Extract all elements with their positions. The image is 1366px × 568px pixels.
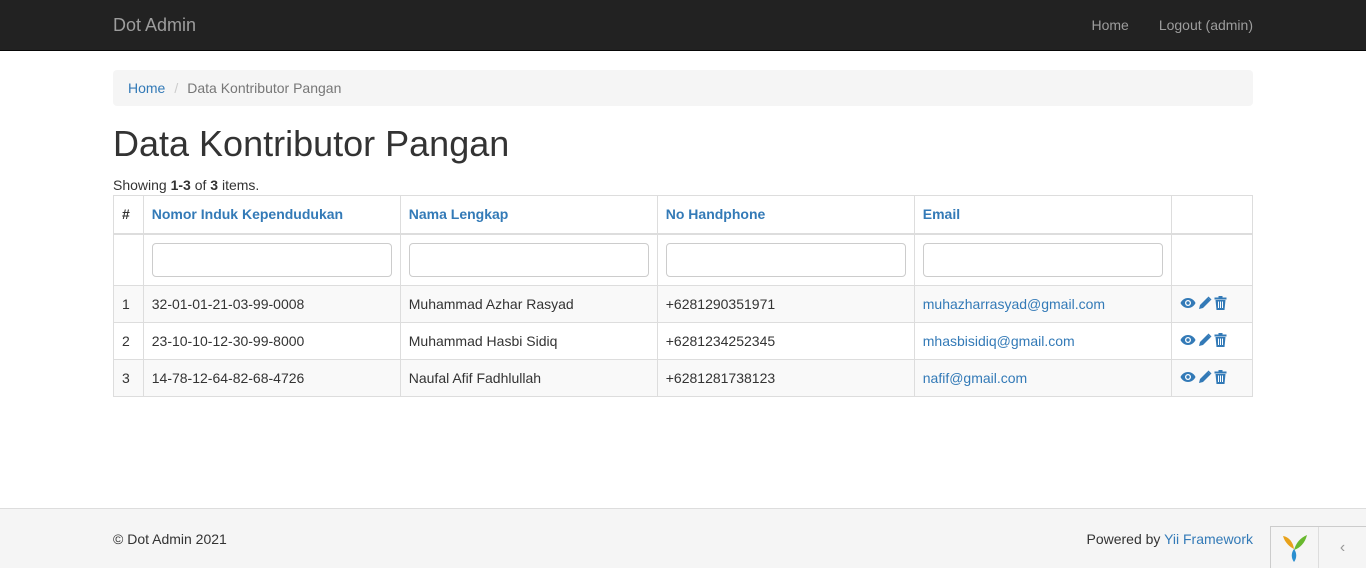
table-row: 1 32-01-01-21-03-99-0008 Muhammad Azhar Ra… <box>113 285 1254 323</box>
breadcrumb-separator: / <box>174 80 179 96</box>
cell-email: nafif@gmail.com <box>913 359 1172 397</box>
filter-row <box>113 233 1254 286</box>
sort-phone-link[interactable]: No Handphone <box>666 206 766 222</box>
sort-name-link[interactable]: Nama Lengkap <box>409 206 509 222</box>
contributor-table: # Nomor Induk Kependudukan Nama Lengkap … <box>113 195 1254 397</box>
eye-icon[interactable] <box>1180 370 1196 386</box>
powered-by-prefix: Powered by <box>1086 531 1165 547</box>
summary-prefix: Showing <box>113 177 171 193</box>
nav-home-link[interactable]: Home <box>1091 15 1128 35</box>
cell-phone: +6281290351971 <box>656 285 915 323</box>
yii-logo-icon[interactable] <box>1271 527 1319 568</box>
summary-middle: of <box>190 177 211 193</box>
trash-icon[interactable] <box>1214 369 1227 387</box>
brand-link[interactable]: Dot Admin <box>113 15 196 35</box>
email-link[interactable]: mhasbisidiq@gmail.com <box>923 333 1075 349</box>
column-header-name: Nama Lengkap <box>399 195 658 235</box>
eye-icon[interactable] <box>1180 333 1196 349</box>
toolbar-toggle-button[interactable]: ‹ <box>1319 527 1366 568</box>
column-header-nik: Nomor Induk Kependudukan <box>142 195 401 235</box>
column-header-actions <box>1170 195 1254 235</box>
filter-email-input[interactable] <box>922 242 1163 277</box>
filter-cell-empty <box>113 233 144 286</box>
eye-icon[interactable] <box>1180 296 1196 312</box>
filter-cell <box>656 233 915 286</box>
cell-nik: 23-10-10-12-30-99-8000 <box>142 322 401 360</box>
table-row: 2 23-10-10-12-30-99-8000 Muhammad Hasbi Si… <box>113 322 1254 360</box>
breadcrumb-home-link[interactable]: Home <box>128 80 165 96</box>
cell-nik: 14-78-12-64-82-68-4726 <box>142 359 401 397</box>
navbar: Dot Admin Home Logout (admin) <box>0 0 1366 51</box>
filter-cell <box>913 233 1172 286</box>
table-row: 3 14-78-12-64-82-68-4726 Naufal Afif Fadhl… <box>113 359 1254 397</box>
cell-nik: 32-01-01-21-03-99-0008 <box>142 285 401 323</box>
cell-email: mhasbisidiq@gmail.com <box>913 322 1172 360</box>
pencil-icon[interactable] <box>1198 333 1212 350</box>
cell-actions <box>1170 322 1254 360</box>
breadcrumb-current: Data Kontributor Pangan <box>187 80 342 96</box>
filter-nik-input[interactable] <box>151 242 392 277</box>
logout-link[interactable]: Logout (admin) <box>1159 15 1253 35</box>
email-link[interactable]: nafif@gmail.com <box>923 370 1027 386</box>
yii-framework-link[interactable]: Yii Framework <box>1164 531 1253 547</box>
nav-links: Home Logout (admin) <box>1061 0 1253 50</box>
filter-cell <box>399 233 658 286</box>
table-body: 1 32-01-01-21-03-99-0008 Muhammad Azhar Ra… <box>113 285 1254 397</box>
summary-range: 1-3 <box>170 177 191 193</box>
sort-nik-link[interactable]: Nomor Induk Kependudukan <box>152 206 343 222</box>
summary-total: 3 <box>210 177 219 193</box>
filter-cell-empty <box>1170 233 1254 286</box>
email-link[interactable]: muhazharrasyad@gmail.com <box>923 296 1105 312</box>
filter-cell <box>142 233 401 286</box>
cell-phone: +6281281738123 <box>656 359 915 397</box>
trash-icon[interactable] <box>1214 295 1227 313</box>
cell-actions <box>1170 359 1254 397</box>
column-header-email: Email <box>913 195 1172 235</box>
cell-number: 3 <box>113 359 144 397</box>
debug-toolbar: ‹ <box>1270 526 1366 568</box>
filter-phone-input[interactable] <box>665 242 906 277</box>
footer: © Dot Admin 2021 Powered by Yii Framewor… <box>0 508 1366 568</box>
cell-name: Muhammad Hasbi Sidiq <box>399 322 658 360</box>
grid-summary: Showing 1-3 of 3 items. <box>113 177 259 193</box>
breadcrumb: Home / Data Kontributor Pangan <box>113 70 1253 106</box>
cell-actions <box>1170 285 1254 323</box>
cell-phone: +6281234252345 <box>656 322 915 360</box>
cell-email: muhazharrasyad@gmail.com <box>913 285 1172 323</box>
powered-by: Powered by Yii Framework <box>1086 531 1253 547</box>
table-header-row: # Nomor Induk Kependudukan Nama Lengkap … <box>113 195 1254 235</box>
copyright-text: © Dot Admin 2021 <box>113 531 227 547</box>
page-title: Data Kontributor Pangan <box>113 123 510 164</box>
sort-email-link[interactable]: Email <box>923 206 960 222</box>
cell-name: Muhammad Azhar Rasyad <box>399 285 658 323</box>
filter-name-input[interactable] <box>408 242 649 277</box>
cell-number: 2 <box>113 322 144 360</box>
column-header-number: # <box>113 195 144 235</box>
cell-name: Naufal Afif Fadhlullah <box>399 359 658 397</box>
cell-number: 1 <box>113 285 144 323</box>
column-header-phone: No Handphone <box>656 195 915 235</box>
summary-suffix: items. <box>218 177 260 193</box>
trash-icon[interactable] <box>1214 332 1227 350</box>
pencil-icon[interactable] <box>1198 296 1212 313</box>
pencil-icon[interactable] <box>1198 370 1212 387</box>
